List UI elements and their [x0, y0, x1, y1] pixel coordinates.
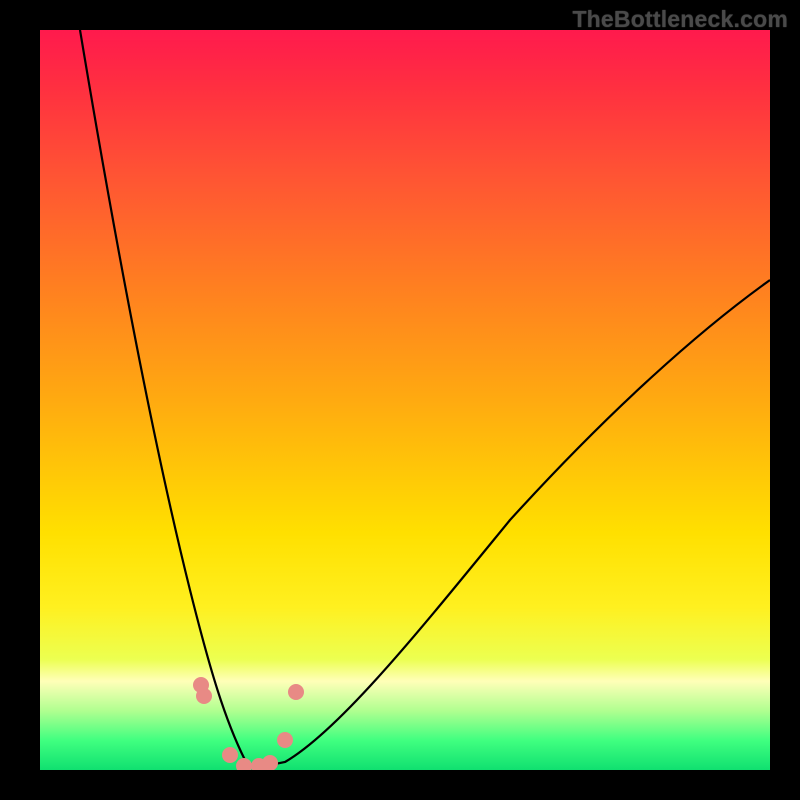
scatter-dot	[222, 747, 238, 763]
scatter-dot	[262, 755, 278, 770]
right-curve	[255, 280, 770, 768]
scatter-dot	[196, 688, 212, 704]
chart-frame: TheBottleneck.com	[0, 0, 800, 800]
scatter-dot	[236, 758, 252, 770]
scatter-dot	[288, 684, 304, 700]
chart-svg	[40, 30, 770, 770]
watermark-text: TheBottleneck.com	[572, 6, 788, 33]
left-curve	[80, 30, 255, 768]
scatter-dot	[277, 732, 293, 748]
plot-area	[40, 30, 770, 770]
